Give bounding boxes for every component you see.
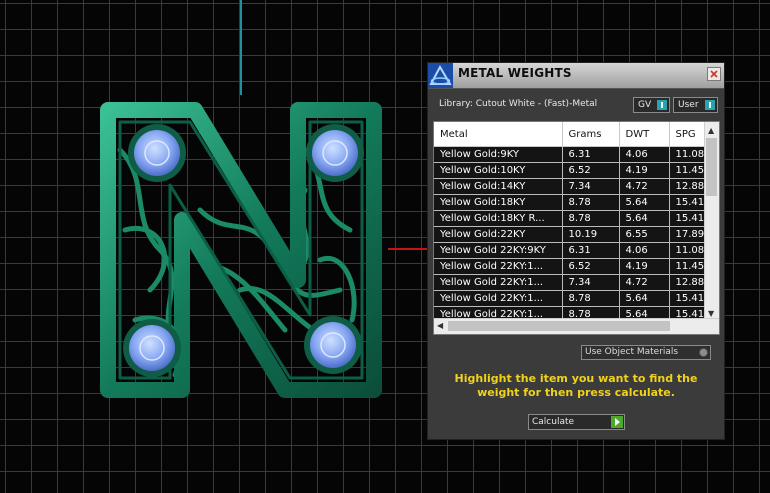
gem-top-right	[306, 124, 364, 182]
gv-switch-icon	[657, 100, 667, 110]
cell-metal: Yellow Gold 22KY:1...	[434, 274, 563, 291]
cell-grams: 10.19	[562, 226, 620, 243]
letter-n-pendant-model[interactable]	[90, 90, 400, 410]
vertical-scrollbar[interactable]: ▲ ▼	[704, 122, 719, 320]
user-toggle[interactable]: User	[673, 97, 718, 113]
cell-grams: 8.78	[562, 290, 620, 307]
table-row[interactable]: Yellow Gold 22KY:1... 7.34 4.72 12.88	[434, 274, 712, 291]
cell-metal: Yellow Gold:14KY	[434, 178, 563, 195]
cell-grams: 6.52	[562, 162, 620, 179]
table-row[interactable]: Yellow Gold:10KY 6.52 4.19 11.45	[434, 162, 712, 179]
cell-grams: 6.31	[562, 146, 620, 163]
gem-bottom-right	[304, 316, 362, 374]
table-row[interactable]: Yellow Gold:14KY 7.34 4.72 12.88	[434, 178, 712, 195]
library-label: Library: Cutout White - (Fast)-Metal	[439, 99, 598, 109]
cell-metal: Yellow Gold 22KY:9KY	[434, 242, 563, 259]
chevron-left-icon[interactable]: ◀	[437, 321, 443, 330]
horizontal-scroll-thumb[interactable]	[448, 321, 670, 331]
metal-weights-table[interactable]: Metal Grams DWT SPG Yellow Gold:9KY 6.31 4…	[433, 121, 720, 335]
cell-grams: 8.78	[562, 194, 620, 211]
cell-metal: Yellow Gold:18KY	[434, 194, 563, 211]
cell-grams: 6.52	[562, 258, 620, 275]
play-icon	[611, 416, 623, 428]
close-button[interactable]	[707, 67, 721, 81]
panel-title: METAL WEIGHTS	[458, 66, 572, 80]
instruction-text: Highlight the item you want to find the …	[454, 372, 698, 399]
table-row[interactable]: Yellow Gold:18KY 8.78 5.64 15.41	[434, 194, 712, 211]
table-row[interactable]: Yellow Gold:22KY 10.19 6.55 17.89	[434, 226, 712, 243]
table-row[interactable]: Yellow Gold 22KY:9KY 6.31 4.06 11.08	[434, 242, 712, 259]
cell-dwt: 5.64	[619, 290, 670, 307]
use-object-materials-label: Use Object Materials	[585, 347, 679, 357]
table-row[interactable]: Yellow Gold:9KY 6.31 4.06 11.08	[434, 146, 712, 163]
table-header-row: Metal Grams DWT SPG	[434, 122, 712, 147]
radio-icon[interactable]	[699, 348, 708, 357]
cell-grams: 8.78	[562, 210, 620, 227]
calculate-button[interactable]: Calculate	[528, 414, 625, 430]
cell-dwt: 4.72	[619, 274, 670, 291]
cell-dwt: 4.72	[619, 178, 670, 195]
cell-dwt: 4.19	[619, 162, 670, 179]
user-toggle-label: User	[678, 100, 699, 110]
cell-dwt: 4.06	[619, 242, 670, 259]
table-row[interactable]: Yellow Gold:18KY R... 8.78 5.64 15.41	[434, 210, 712, 227]
col-header-metal[interactable]: Metal	[434, 122, 563, 147]
cell-metal: Yellow Gold 22KY:1...	[434, 258, 563, 275]
cell-metal: Yellow Gold 22KY:1...	[434, 290, 563, 307]
gem-bottom-left	[123, 319, 181, 377]
vertical-scroll-thumb[interactable]	[706, 138, 717, 196]
metal-weights-panel: METAL WEIGHTS Library: Cutout White - (F…	[427, 62, 725, 440]
cell-grams: 7.34	[562, 178, 620, 195]
cell-dwt: 5.64	[619, 210, 670, 227]
user-switch-icon	[705, 100, 715, 110]
gv-toggle-label: GV	[638, 100, 652, 110]
table-row[interactable]: Yellow Gold 22KY:1... 6.52 4.19 11.45	[434, 258, 712, 275]
gv-toggle[interactable]: GV	[633, 97, 670, 113]
cell-metal: Yellow Gold:9KY	[434, 146, 563, 163]
cell-dwt: 4.06	[619, 146, 670, 163]
use-object-materials-checkbox[interactable]: Use Object Materials	[581, 345, 711, 360]
table-row[interactable]: Yellow Gold 22KY:1... 8.78 5.64 15.41	[434, 290, 712, 307]
chevron-down-icon[interactable]: ▼	[708, 309, 714, 318]
chevron-up-icon[interactable]: ▲	[708, 126, 714, 135]
cell-dwt: 5.64	[619, 194, 670, 211]
cell-metal: Yellow Gold:22KY	[434, 226, 563, 243]
cell-dwt: 6.55	[619, 226, 670, 243]
cell-metal: Yellow Gold:18KY R...	[434, 210, 563, 227]
cell-metal: Yellow Gold:10KY	[434, 162, 563, 179]
calculate-label: Calculate	[532, 417, 575, 427]
cell-grams: 7.34	[562, 274, 620, 291]
col-header-grams[interactable]: Grams	[562, 122, 620, 147]
horizontal-scrollbar[interactable]: ◀	[434, 318, 719, 334]
metal-weights-app-icon	[428, 63, 453, 88]
cell-grams: 6.31	[562, 242, 620, 259]
panel-titlebar[interactable]: METAL WEIGHTS	[428, 63, 724, 89]
cell-dwt: 4.19	[619, 258, 670, 275]
close-icon	[710, 70, 718, 78]
col-header-dwt[interactable]: DWT	[619, 122, 670, 147]
gem-top-left	[128, 124, 186, 182]
y-axis-line	[240, 0, 242, 95]
